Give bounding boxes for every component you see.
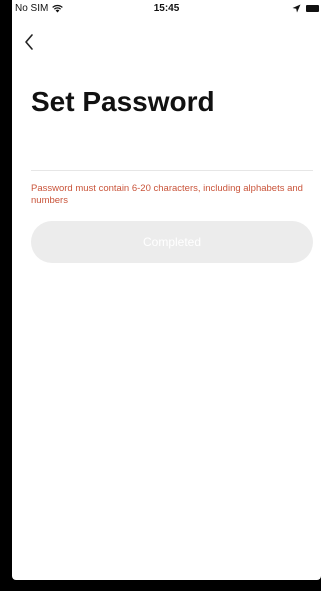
app-frame: No SIM 15:45 Set Password Password must … <box>0 0 321 591</box>
status-time: 15:45 <box>153 3 180 14</box>
page-title: Set Password <box>31 86 215 117</box>
password-field[interactable] <box>31 140 313 171</box>
battery-icon <box>306 5 319 12</box>
password-hint: Password must contain 6-20 characters, i… <box>31 183 303 206</box>
chevron-left-icon <box>20 32 40 52</box>
location-arrow-icon <box>292 4 301 13</box>
completed-button[interactable]: Completed <box>31 221 313 263</box>
status-icons <box>292 4 319 13</box>
phone-screen: No SIM 15:45 Set Password Password must … <box>12 0 321 580</box>
status-bar: No SIM 15:45 <box>12 0 321 18</box>
back-button[interactable] <box>20 32 40 52</box>
